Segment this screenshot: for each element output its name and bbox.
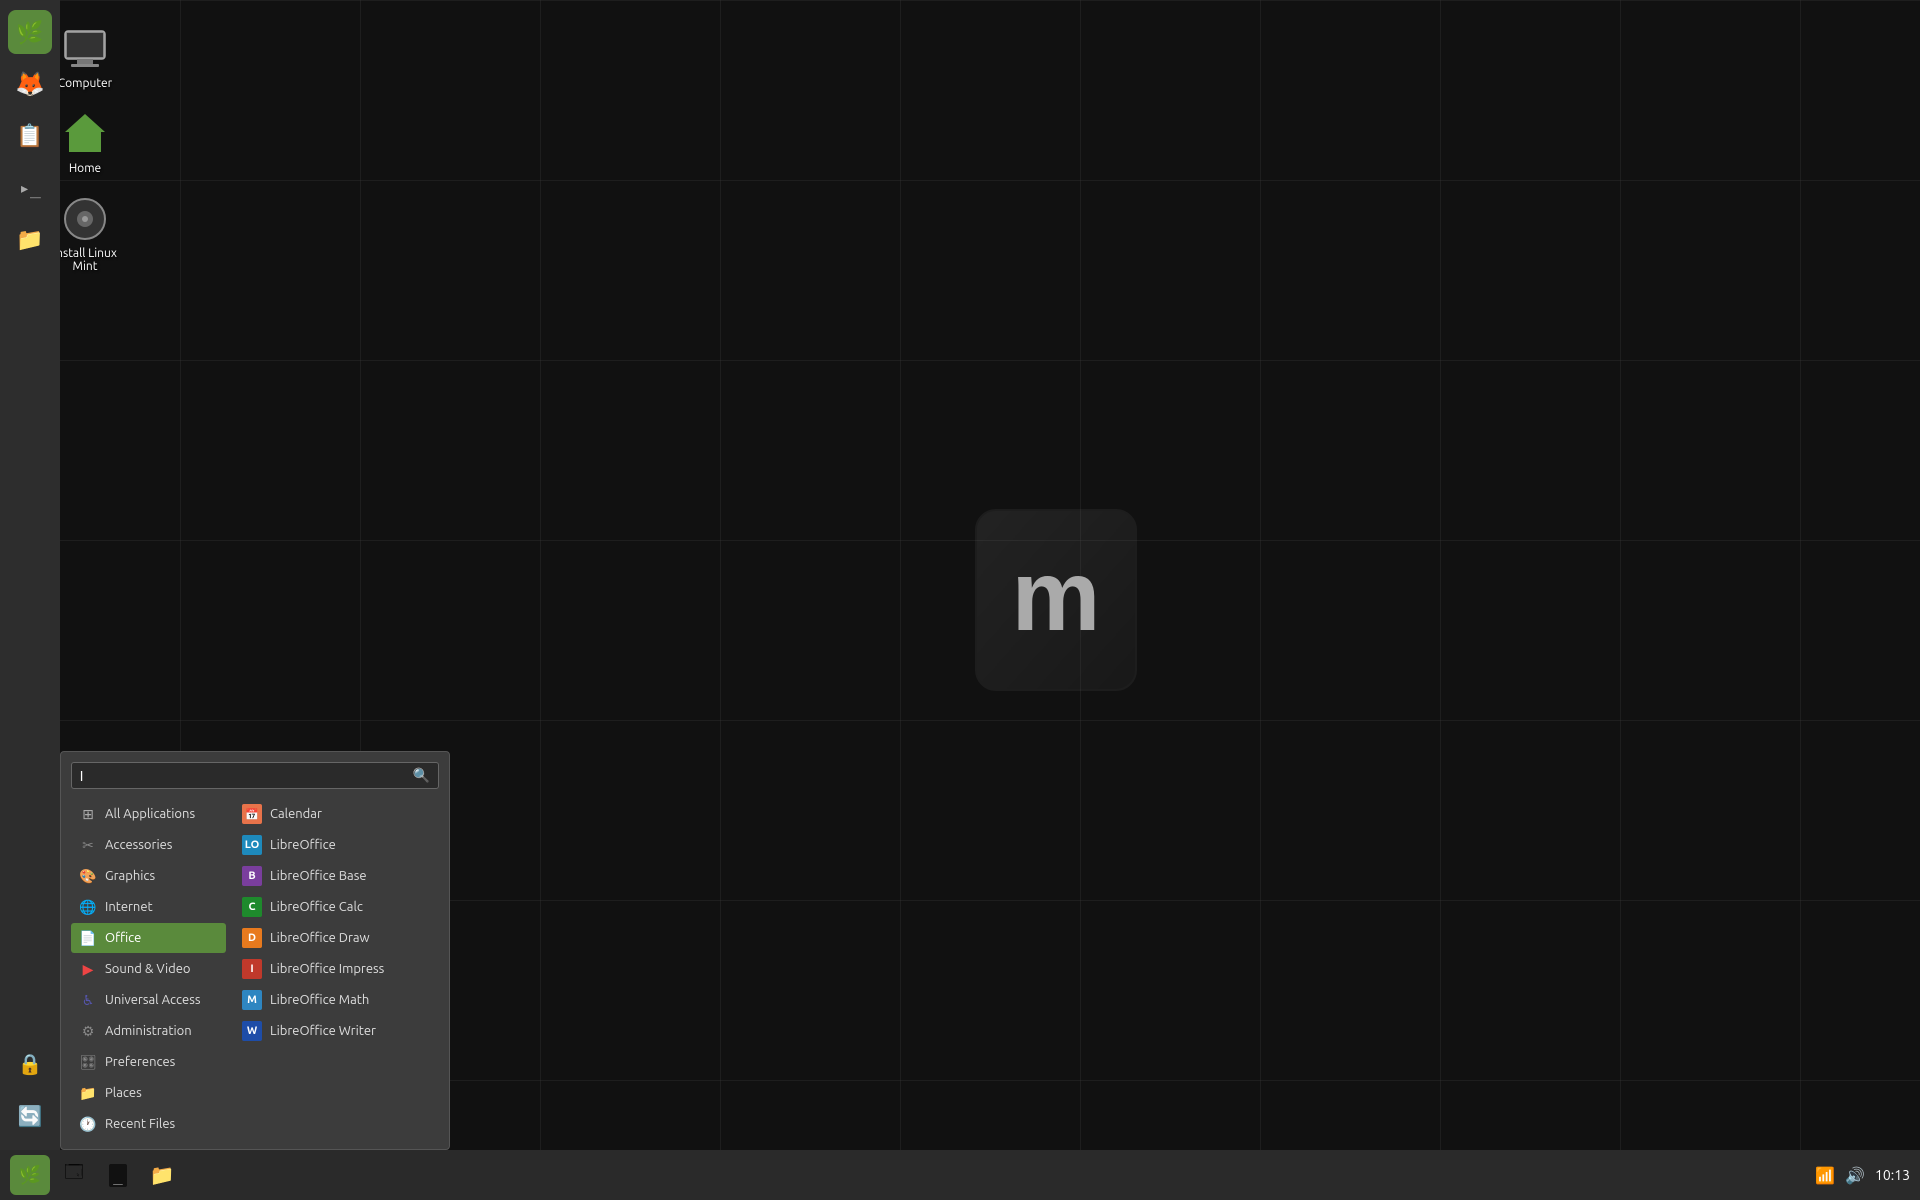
app-label-libreoffice-draw: LibreOffice Draw xyxy=(270,931,370,945)
category-label-accessories: Accessories xyxy=(105,838,172,852)
libreoffice-calc-icon: C xyxy=(242,897,262,917)
search-bar: 🔍 xyxy=(71,762,439,789)
menu-body: ⊞ All Applications ✂ Accessories 🎨 Graph… xyxy=(71,799,439,1139)
app-label-libreoffice-base: LibreOffice Base xyxy=(270,869,367,883)
app-libreoffice-impress[interactable]: I LibreOffice Impress xyxy=(234,954,439,984)
app-libreoffice-writer[interactable]: W LibreOffice Writer xyxy=(234,1016,439,1046)
svg-text:m: m xyxy=(1012,540,1101,652)
category-label-graphics: Graphics xyxy=(105,869,155,883)
app-libreoffice-draw[interactable]: D LibreOffice Draw xyxy=(234,923,439,953)
application-menu: 🔍 ⊞ All Applications ✂ Accessories 🎨 Gra… xyxy=(60,751,450,1150)
app-label-calendar: Calendar xyxy=(270,807,322,821)
category-office[interactable]: 📄 Office xyxy=(71,923,226,953)
search-input[interactable] xyxy=(80,768,413,784)
category-label-internet: Internet xyxy=(105,900,153,914)
search-icon[interactable]: 🔍 xyxy=(413,767,430,784)
app-libreoffice[interactable]: LO LibreOffice xyxy=(234,830,439,860)
taskbar-firefox[interactable]: 🦊 xyxy=(8,62,52,106)
category-all-applications[interactable]: ⊞ All Applications xyxy=(71,799,226,829)
app-libreoffice-base[interactable]: B LibreOffice Base xyxy=(234,861,439,891)
libreoffice-writer-icon: W xyxy=(242,1021,262,1041)
taskbar: 🌿 🦊 📋 ▸_ 📁 🔒 🔄 ⏻ xyxy=(0,0,60,1200)
category-label-recent-files: Recent Files xyxy=(105,1117,175,1131)
category-label-office: Office xyxy=(105,931,141,945)
libreoffice-impress-icon: I xyxy=(242,959,262,979)
accessories-icon: ✂ xyxy=(79,836,97,854)
graphics-icon: 🎨 xyxy=(79,867,97,885)
bottom-mint-menu[interactable]: 🌿 xyxy=(10,1155,50,1195)
taskbar-lock[interactable]: 🔒 xyxy=(8,1042,52,1086)
app-libreoffice-math[interactable]: M LibreOffice Math xyxy=(234,985,439,1015)
clock: 10:13 xyxy=(1875,1167,1910,1183)
network-icon: 📶 xyxy=(1815,1166,1835,1185)
volume-icon: 🔊 xyxy=(1845,1166,1865,1185)
computer-label: Computer xyxy=(58,77,112,90)
universal-access-icon: ♿ xyxy=(79,991,97,1009)
category-sound-video[interactable]: ▶ Sound & Video xyxy=(71,954,226,984)
home-icon xyxy=(61,110,109,158)
app-libreoffice-calc[interactable]: C LibreOffice Calc xyxy=(234,892,439,922)
category-recent-files[interactable]: 🕐 Recent Files xyxy=(71,1109,226,1139)
preferences-icon: 🎛 xyxy=(79,1053,97,1071)
category-graphics[interactable]: 🎨 Graphics xyxy=(71,861,226,891)
category-label-all: All Applications xyxy=(105,807,195,821)
category-internet[interactable]: 🌐 Internet xyxy=(71,892,226,922)
install-icon xyxy=(61,195,109,243)
bottom-left-icons: 🌿 🗔 _ 📁 xyxy=(10,1155,182,1195)
places-icon: 📁 xyxy=(79,1084,97,1102)
home-label: Home xyxy=(69,162,101,175)
app-label-libreoffice-math: LibreOffice Math xyxy=(270,993,369,1007)
desktop: m Computer Home xyxy=(0,0,1920,1200)
taskbar-folder[interactable]: 📁 xyxy=(8,218,52,262)
category-universal-access[interactable]: ♿ Universal Access xyxy=(71,985,226,1015)
recent-files-icon: 🕐 xyxy=(79,1115,97,1133)
mint-logo: m xyxy=(946,490,1166,710)
taskbar-menu-button[interactable]: 🌿 xyxy=(8,10,52,54)
taskbar-update[interactable]: 🔄 xyxy=(8,1094,52,1138)
category-label-universal-access: Universal Access xyxy=(105,993,200,1007)
libreoffice-draw-icon: D xyxy=(242,928,262,948)
bottom-show-desktop[interactable]: 🗔 xyxy=(54,1155,94,1195)
app-label-libreoffice-writer: LibreOffice Writer xyxy=(270,1024,376,1038)
category-label-places: Places xyxy=(105,1086,142,1100)
taskbar-files[interactable]: 📋 xyxy=(8,114,52,158)
category-places[interactable]: 📁 Places xyxy=(71,1078,226,1108)
bottom-right: 📶 🔊 10:13 xyxy=(1815,1166,1910,1185)
bottom-taskbar: 🌿 🗔 _ 📁 📶 🔊 10:13 xyxy=(0,1150,1920,1200)
taskbar-terminal[interactable]: ▸_ xyxy=(8,166,52,210)
category-panel: ⊞ All Applications ✂ Accessories 🎨 Graph… xyxy=(71,799,226,1139)
libreoffice-icon: LO xyxy=(242,835,262,855)
category-accessories[interactable]: ✂ Accessories xyxy=(71,830,226,860)
office-icon: 📄 xyxy=(79,929,97,947)
internet-icon: 🌐 xyxy=(79,898,97,916)
libreoffice-math-icon: M xyxy=(242,990,262,1010)
sound-video-icon: ▶ xyxy=(79,960,97,978)
category-preferences[interactable]: 🎛 Preferences xyxy=(71,1047,226,1077)
bottom-terminal[interactable]: _ xyxy=(98,1155,138,1195)
svg-text:🌿: 🌿 xyxy=(16,20,43,45)
computer-icon xyxy=(61,25,109,73)
category-administration[interactable]: ⚙ Administration xyxy=(71,1016,226,1046)
category-label-sound-video: Sound & Video xyxy=(105,962,191,976)
app-label-libreoffice-impress: LibreOffice Impress xyxy=(270,962,384,976)
calendar-icon: 📅 xyxy=(242,804,262,824)
all-applications-icon: ⊞ xyxy=(79,805,97,823)
category-label-administration: Administration xyxy=(105,1024,192,1038)
app-label-libreoffice-calc: LibreOffice Calc xyxy=(270,900,363,914)
bottom-folder[interactable]: 📁 xyxy=(142,1155,182,1195)
category-label-preferences: Preferences xyxy=(105,1055,175,1069)
administration-icon: ⚙ xyxy=(79,1022,97,1040)
apps-panel: 📅 Calendar LO LibreOffice B LibreOffice … xyxy=(226,799,439,1139)
libreoffice-base-icon: B xyxy=(242,866,262,886)
app-label-libreoffice: LibreOffice xyxy=(270,838,336,852)
app-calendar[interactable]: 📅 Calendar xyxy=(234,799,439,829)
